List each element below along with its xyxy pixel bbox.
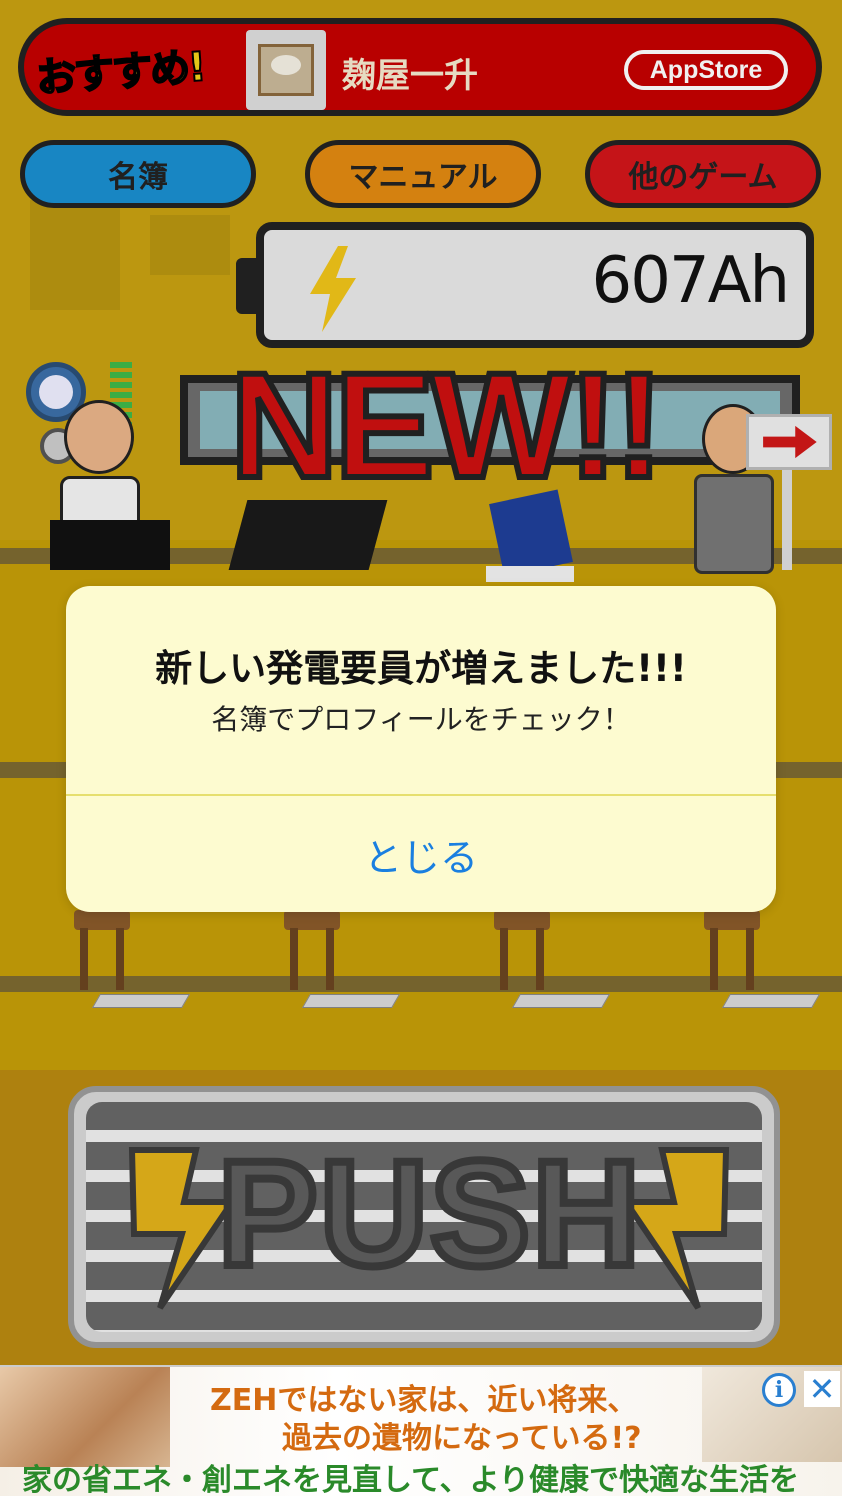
info-icon[interactable]: i [762, 1373, 796, 1407]
ad-banner[interactable]: ZEHではない家は、近い将来、 過去の遺物になっている!? 家の省エネ・創エネを… [0, 1365, 842, 1496]
ad-image [0, 1367, 170, 1467]
ad-text-line: 家の省エネ・創エネを見直して、より健康で快適な生活を [22, 1463, 799, 1496]
dialog-title: 新しい発電要員が増えました!!! [155, 647, 687, 690]
dialog-message: 名簿でプロフィールをチェック！ [211, 703, 631, 736]
close-icon[interactable]: ✕ [804, 1370, 840, 1408]
alert-dialog: 新しい発電要員が増えました!!! 名簿でプロフィールをチェック！ とじる [66, 586, 776, 912]
dialog-close-button[interactable]: とじる [66, 796, 776, 912]
ad-text-line: 過去の遺物になっている!? [282, 1421, 642, 1456]
